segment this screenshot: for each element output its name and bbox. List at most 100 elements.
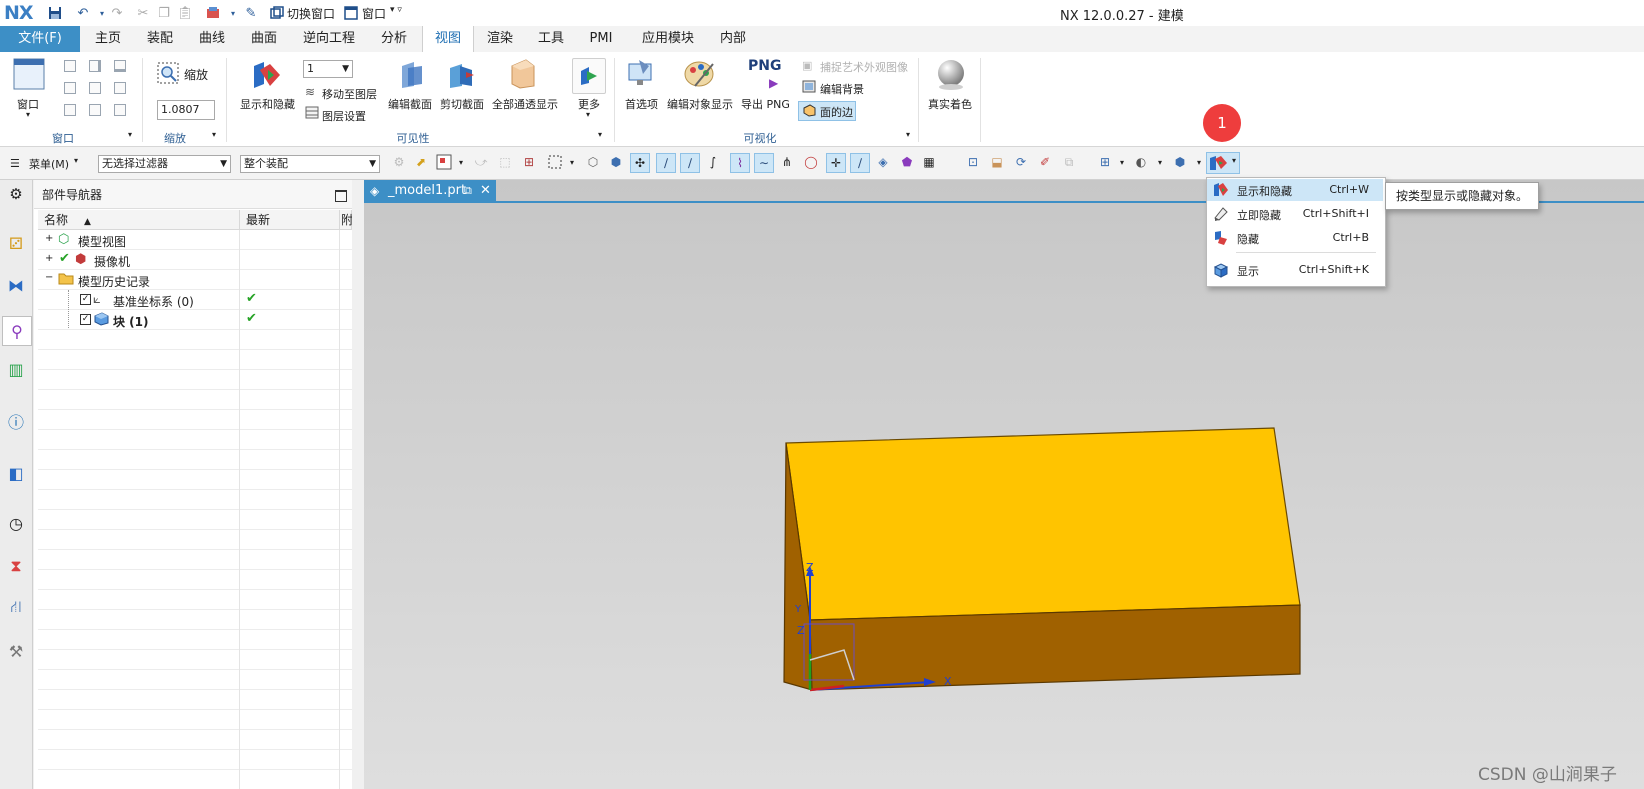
visibility-checkbox[interactable]: ✓ [80, 294, 91, 305]
edit-background-button[interactable]: 编辑背景 [820, 81, 864, 97]
view-orientation-icon[interactable]: ⊞ [1096, 153, 1114, 171]
move-to-layer-icon[interactable]: ≋ [305, 85, 315, 99]
capture-art-icon[interactable]: ▣ [802, 59, 812, 72]
more-icon[interactable] [572, 58, 606, 94]
rectangle-select-icon[interactable] [546, 153, 564, 171]
zoom-window-icon[interactable]: ⬓ [988, 153, 1006, 171]
repeat-dropdown-icon[interactable]: ▾ [224, 4, 242, 22]
layout-single-icon[interactable] [64, 60, 76, 72]
menu-item-immediate-hide[interactable]: 立即隐藏 Ctrl+Shift+I [1207, 203, 1383, 225]
tab-surface[interactable]: 曲面 [240, 26, 288, 52]
group-window-dropdown-icon[interactable]: ▾ [128, 130, 132, 139]
snap-center-icon[interactable]: ◯ [802, 153, 820, 171]
select-components-icon[interactable]: ⊞ [520, 153, 538, 171]
process-studio-icon[interactable]: ⛙ [5, 596, 27, 618]
panel-splitter[interactable] [352, 180, 364, 789]
layout-three-right-icon[interactable] [114, 82, 126, 94]
info-window-icon[interactable]: ⓘ [5, 410, 27, 432]
tab-reverse-engineering[interactable]: 逆向工程 [294, 26, 364, 52]
column-header-name[interactable]: 名称 ▲ [38, 210, 240, 230]
tab-analysis[interactable]: 分析 [370, 26, 418, 52]
visibility-checkbox[interactable]: ✓ [80, 314, 91, 325]
export-png-button[interactable]: 导出 PNG [741, 96, 790, 112]
snap-on-curve-icon[interactable]: ∕ [850, 153, 870, 173]
menu-dropdown-icon[interactable]: ▾ [74, 156, 78, 165]
switch-window-icon[interactable] [268, 4, 286, 22]
tab-applications[interactable]: 应用模块 [630, 26, 706, 52]
zoom-button[interactable]: 缩放 [184, 66, 208, 83]
preferences-icon[interactable] [625, 58, 657, 93]
layout-three-top-icon[interactable] [64, 104, 76, 116]
clip-section-icon[interactable] [446, 60, 476, 93]
tab-internal[interactable]: 内部 [710, 26, 756, 52]
more-dropdown-icon[interactable]: ▾ [586, 110, 590, 119]
select-body-icon[interactable]: ⬚ [496, 153, 514, 171]
expand-icon[interactable]: + [45, 233, 53, 244]
show-hide-dropdown-icon[interactable]: ▾ [1232, 156, 1236, 165]
layout-split-horizontal-icon[interactable] [114, 60, 126, 72]
tab-assembly[interactable]: 装配 [136, 26, 184, 52]
group-visibility-dropdown-icon[interactable]: ▾ [598, 130, 602, 139]
move-to-layer-button[interactable]: 移动至图层 [322, 86, 377, 102]
zoom-in-out-icon[interactable]: ⧉ [1060, 153, 1078, 171]
edit-object-display-button[interactable]: 编辑对象显示 [667, 96, 733, 112]
capture-art-image-button[interactable]: 捕捉艺术外观图像 [820, 59, 908, 75]
switch-window-button[interactable]: 切换窗口 [287, 5, 335, 22]
edit-object-display-icon[interactable] [683, 58, 717, 93]
preferences-button[interactable]: 首选项 [625, 96, 658, 112]
pan-view-icon[interactable]: ✐ [1036, 153, 1054, 171]
selection-scope-combo[interactable]: 整个装配 ▼ [240, 155, 380, 173]
touch-mode-icon[interactable]: ✎ [242, 4, 260, 22]
tab-view[interactable]: 视图 [422, 26, 474, 53]
web-browser-icon[interactable]: ◧ [5, 462, 27, 484]
clip-section-button[interactable]: 剪切截面 [440, 96, 484, 112]
block-body[interactable] [364, 180, 1644, 789]
snap-midpoint-icon[interactable]: ⌇ [730, 153, 750, 173]
shaded-icon[interactable]: ⬢ [607, 153, 625, 171]
undo-icon[interactable]: ↶ [74, 4, 92, 22]
layer-settings-button[interactable]: 图层设置 [322, 108, 366, 124]
save-icon[interactable] [46, 4, 64, 22]
tab-pmi[interactable]: PMI [578, 26, 624, 52]
fit-view-icon[interactable]: ⊡ [964, 153, 982, 171]
snap-edge-icon[interactable]: ∕ [680, 153, 700, 173]
view-orientation-dropdown-icon[interactable]: ▾ [1113, 153, 1131, 171]
reuse-library-icon[interactable]: ▥ [5, 358, 27, 380]
snap-grid-icon[interactable]: ▦ [920, 153, 938, 171]
expand-icon[interactable]: + [45, 253, 53, 264]
layout-four-icon[interactable] [64, 82, 76, 94]
window-menu-dropdown-icon[interactable]: ▾ ▿ [390, 5, 402, 15]
window-icon[interactable] [342, 4, 360, 22]
tab-file[interactable]: 文件(F) [0, 26, 80, 52]
show-hide-toolbar-button[interactable]: ▾ [1206, 152, 1240, 174]
snap-intersection-icon[interactable]: ✛ [826, 153, 846, 173]
snap-line-icon[interactable]: ∕ [656, 153, 676, 173]
layer-combo[interactable]: 1 ▼ [303, 60, 353, 78]
rectangle-select-dropdown-icon[interactable]: ▾ [563, 153, 581, 171]
group-visualization-dropdown-icon[interactable]: ▾ [906, 130, 910, 139]
snap-spline-icon[interactable]: ∼ [754, 153, 774, 173]
all-pass-display-icon[interactable] [508, 58, 538, 93]
menu-item-show[interactable]: 显示 Ctrl+Shift+K [1207, 259, 1383, 281]
show-hide-button[interactable]: 显示和隐藏 [240, 96, 295, 112]
snap-on-face-icon[interactable]: ◈ [874, 153, 892, 171]
layout-six-icon[interactable] [114, 104, 126, 116]
part-navigator-icon[interactable]: ⚲ [2, 316, 32, 346]
zoom-value-field[interactable]: 1.0807 [157, 100, 215, 120]
paste-icon[interactable]: 📋︎ [176, 4, 194, 22]
select-curve-icon[interactable]: ⤻ [472, 153, 490, 171]
select-feature-icon[interactable]: ⬈ [412, 153, 430, 171]
snap-tangent-icon[interactable]: ⋔ [778, 153, 796, 171]
assembly-select-icon[interactable]: ⚙ [390, 153, 408, 171]
menu-item-show-and-hide[interactable]: 显示和隐藏 Ctrl+W [1207, 179, 1383, 201]
all-pass-display-button[interactable]: 全部通透显示 [492, 96, 558, 112]
tab-tools[interactable]: 工具 [528, 26, 574, 52]
tab-curve[interactable]: 曲线 [188, 26, 236, 52]
collapse-icon[interactable]: − [45, 272, 53, 283]
roles-icon[interactable]: ⚒ [5, 640, 27, 662]
copy-icon[interactable]: ❐ [155, 4, 173, 22]
zoom-icon[interactable] [157, 62, 179, 87]
cut-icon[interactable]: ✂ [134, 4, 152, 22]
background-icon[interactable]: ⬢ [1171, 153, 1189, 171]
edit-section-button[interactable]: 编辑截面 [388, 96, 432, 112]
